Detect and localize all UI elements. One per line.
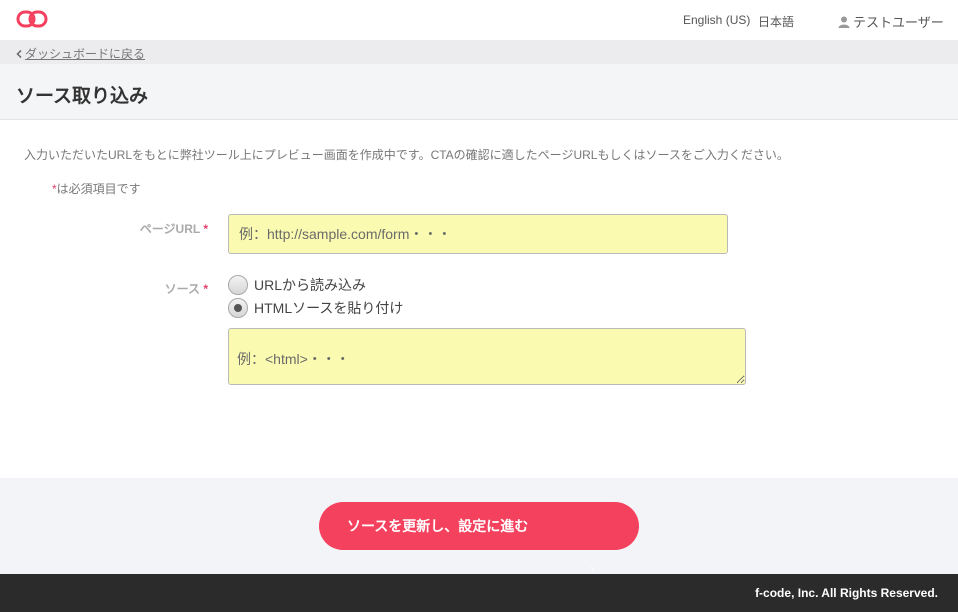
page-footer: f-code, Inc. All Rights Reserved. xyxy=(0,574,958,612)
user-menu[interactable]: テストユーザー xyxy=(838,12,944,31)
page-title: ソース取り込み xyxy=(16,86,149,107)
page-url-input[interactable] xyxy=(228,214,728,254)
radio-label: HTMLソースを貼り付け xyxy=(254,300,404,316)
radio-paste-html-source[interactable]: HTMLソースを貼り付け xyxy=(228,298,403,318)
update-source-submit-button[interactable]: ソースを更新し、設定に進む xyxy=(319,502,639,550)
required-note-text: は必須項目です xyxy=(56,182,141,196)
chevron-left-icon xyxy=(16,49,22,58)
language-english-link[interactable]: English (US) xyxy=(683,13,750,27)
breadcrumb: ダッシュボードに戻る xyxy=(0,40,958,64)
radio-label: URLから読み込み xyxy=(254,277,367,293)
source-label-text: ソース xyxy=(164,282,200,296)
source-label: ソース * xyxy=(88,280,208,297)
required-note: *は必須項目です xyxy=(52,180,141,197)
page-url-label: ページURL * xyxy=(88,220,208,237)
radio-load-from-url[interactable]: URLから読み込み xyxy=(228,275,366,295)
required-asterisk: * xyxy=(203,222,208,236)
back-to-dashboard-link[interactable]: ダッシュボードに戻る xyxy=(16,45,145,62)
person-icon xyxy=(838,16,850,28)
radio-button[interactable] xyxy=(228,275,248,295)
user-name: テストユーザー xyxy=(853,15,944,30)
top-header: English (US) 日本語 テストユーザー xyxy=(0,0,958,40)
language-japanese-link[interactable]: 日本語 xyxy=(758,13,794,30)
chain-link-logo-icon[interactable] xyxy=(16,9,48,29)
page-url-label-text: ページURL xyxy=(139,222,200,236)
required-asterisk: * xyxy=(203,282,208,296)
html-source-textarea[interactable] xyxy=(228,328,746,385)
intro-text: 入力いただいたURLをもとに弊社ツール上にプレビュー画面を作成中です。CTAの確… xyxy=(24,148,789,162)
radio-button-selected[interactable] xyxy=(228,298,248,318)
page-title-bar: ソース取り込み xyxy=(0,64,958,120)
copyright-text: f-code, Inc. All Rights Reserved. xyxy=(755,586,938,600)
back-link-label: ダッシュボードに戻る xyxy=(25,47,146,61)
